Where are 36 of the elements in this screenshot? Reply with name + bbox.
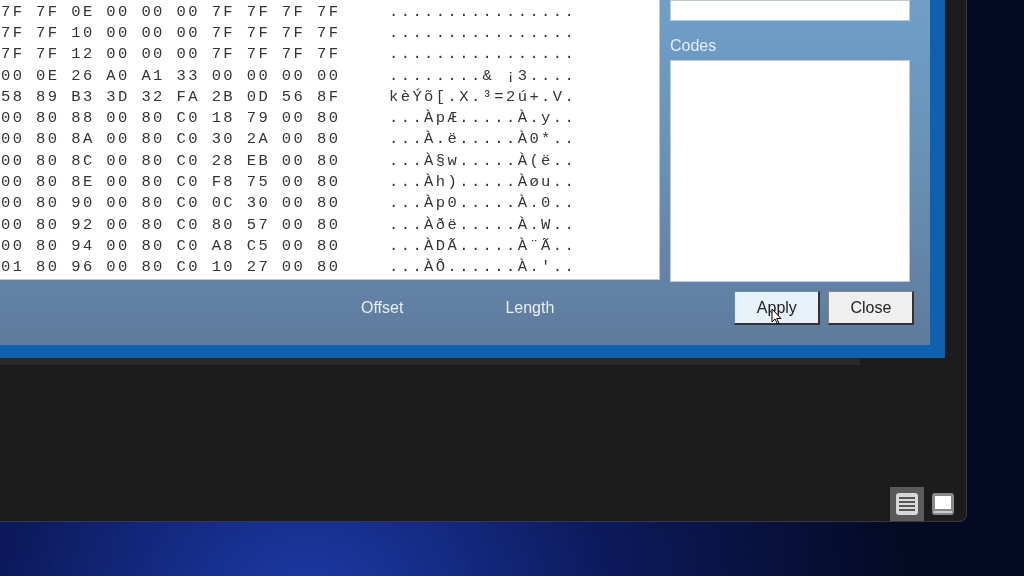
ascii-text: ................ bbox=[389, 2, 577, 21]
ascii-text: ...ÀpÆ.....À.y.. bbox=[389, 109, 577, 128]
ascii-text: ........& ¡3.... bbox=[389, 66, 577, 85]
ascii-text: ...À§w.....À(ë.. bbox=[389, 151, 577, 170]
hex-bytes: 00 80 92 00 80 C0 80 57 00 80 bbox=[1, 215, 342, 234]
ascii-text: kèÝõ[.X.³=2ú+.V. bbox=[389, 87, 577, 106]
hex-bytes: 00 80 90 00 80 C0 0C 30 00 80 bbox=[1, 194, 342, 213]
hex-bytes: 7F 7F 0E 00 00 00 7F 7F 7F 7F bbox=[1, 2, 342, 21]
hex-bytes: 00 80 88 00 80 C0 18 79 00 80 bbox=[1, 109, 342, 128]
ascii-text: ................ bbox=[389, 23, 577, 42]
field-label: Length bbox=[505, 299, 555, 317]
ascii-text: ...Àh).....Àøu.. bbox=[389, 173, 577, 191]
hex-bytes: 00 80 8A 00 80 C0 30 2A 00 80 bbox=[1, 130, 342, 149]
codes-field[interactable] bbox=[670, 60, 910, 282]
hex-bytes: 00 80 94 00 80 C0 A8 C5 00 80 bbox=[1, 236, 342, 255]
dialog-button[interactable]: Apply bbox=[734, 291, 821, 325]
hex-bytes: 01 80 96 00 80 C0 10 27 00 80 bbox=[1, 258, 342, 277]
hex-bytes: 00 0E 26 A0 A1 33 00 00 00 00 bbox=[1, 66, 342, 85]
ascii-text: ...ÀÔ......À.'.. bbox=[389, 258, 577, 277]
hex-bytes: 00 80 8E 00 80 C0 F8 75 00 80 bbox=[1, 173, 342, 191]
text-field[interactable] bbox=[670, 0, 910, 21]
ascii-text: ...Àp0.....À.0.. bbox=[389, 194, 577, 213]
hex-bytes: 7F 7F 12 00 00 00 7F 7F 7F 7F bbox=[1, 45, 342, 64]
hex-bytes: 7F 7F 10 00 00 00 7F 7F 7F 7F bbox=[1, 23, 342, 42]
field-label: Offset bbox=[361, 299, 404, 317]
ascii-text: ...ÀDÃ.....À¨Ã.. bbox=[389, 236, 577, 255]
hex-bytes: 58 89 B3 3D 32 FA 2B 0D 56 8F bbox=[1, 87, 342, 106]
hex-bytes: 00 80 8C 00 80 C0 28 EB 00 80 bbox=[1, 151, 342, 170]
codes-label: Codes bbox=[670, 38, 718, 54]
view-toggle[interactable] bbox=[890, 487, 924, 521]
ascii-text: ...À.ë.....À0*.. bbox=[389, 130, 577, 149]
dialog-button[interactable]: Close bbox=[828, 291, 915, 325]
list-icon bbox=[895, 492, 919, 516]
window-icon bbox=[931, 492, 955, 516]
ascii-text: ................ bbox=[389, 45, 577, 64]
ascii-text: ...Àðë.....À.W.. bbox=[389, 215, 577, 234]
